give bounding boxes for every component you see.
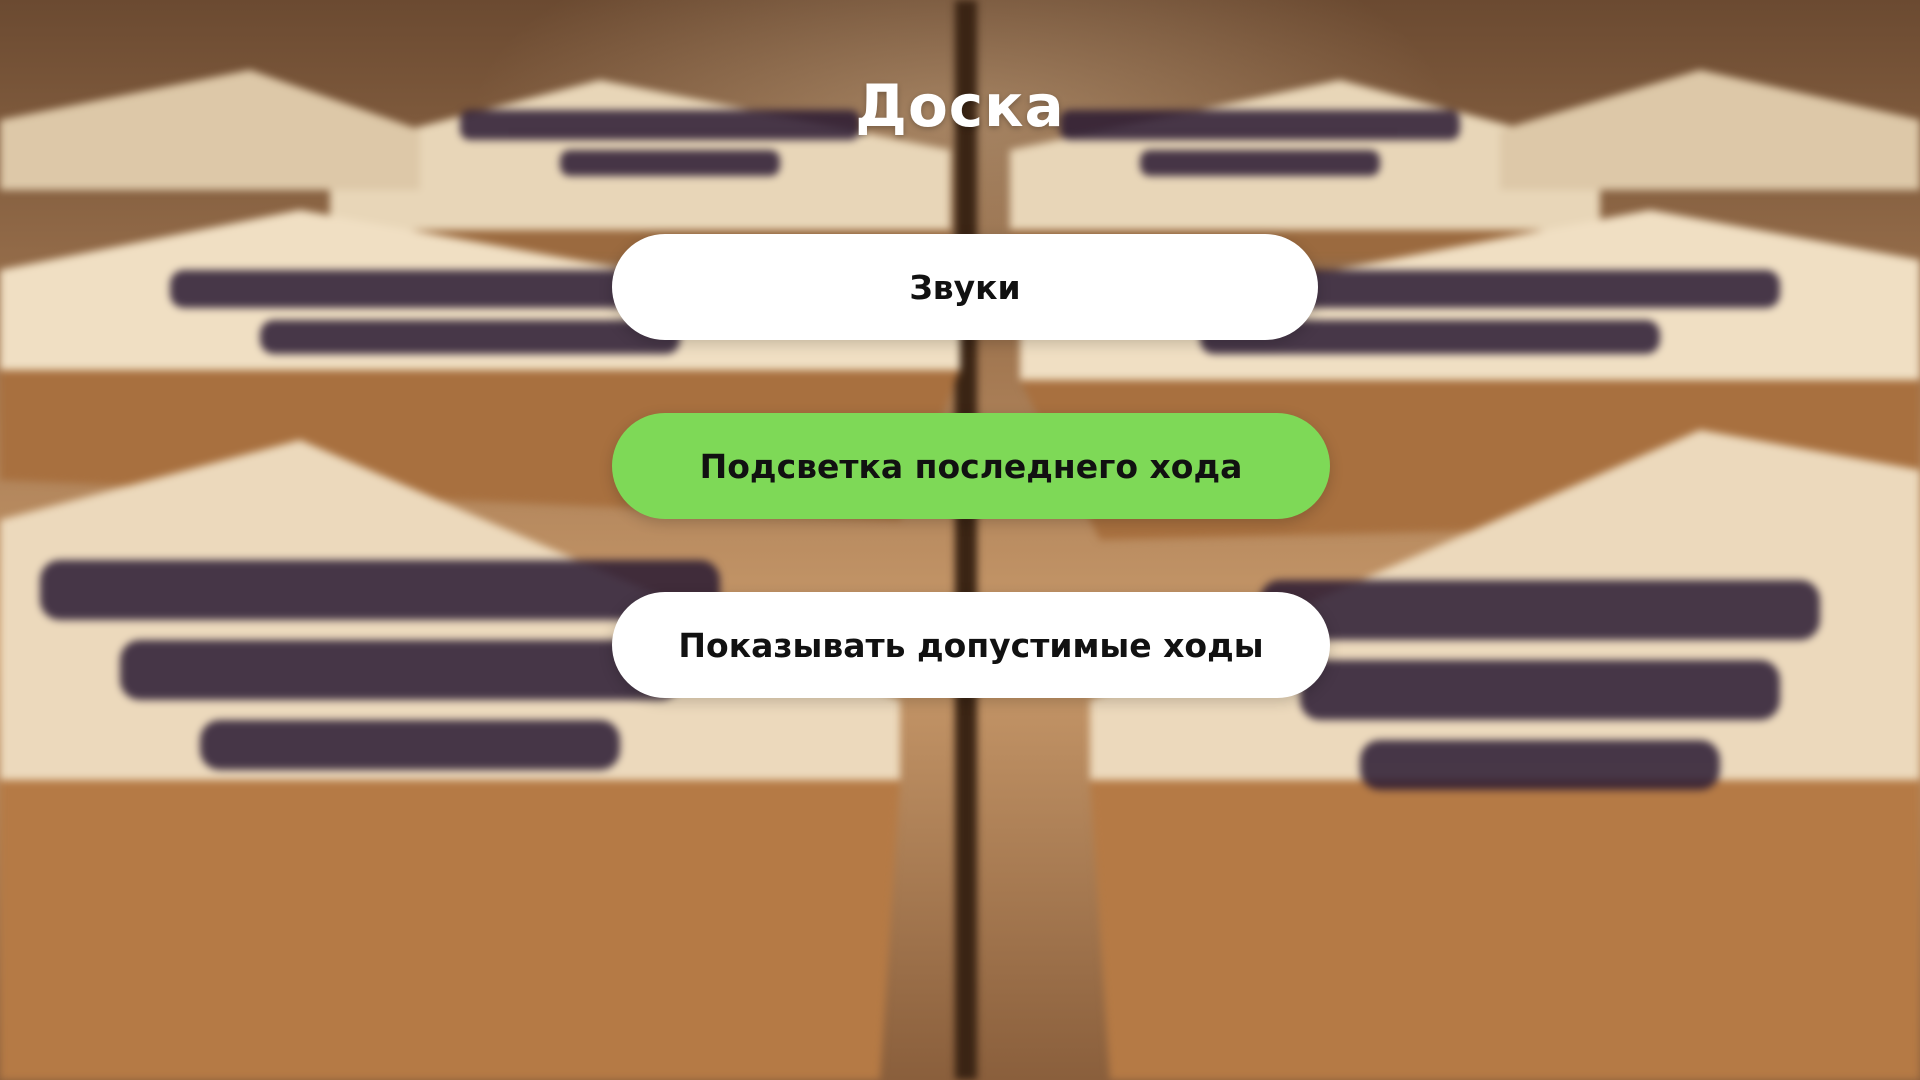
highlight-last-move-option-label: Подсветка последнего хода [699, 446, 1243, 486]
shogi-pieces-photo [0, 0, 1920, 1080]
show-legal-moves-option-button[interactable]: Показывать допустимые ходы [612, 592, 1330, 698]
highlight-last-move-option-button[interactable]: Подсветка последнего хода [612, 413, 1330, 519]
show-legal-moves-option-label: Показывать допустимые ходы [678, 625, 1264, 665]
page-title: Доска [855, 72, 1065, 140]
sounds-option-label: Звуки [909, 267, 1021, 307]
sounds-option-button[interactable]: Звуки [612, 234, 1318, 340]
background-image [0, 0, 1920, 1080]
